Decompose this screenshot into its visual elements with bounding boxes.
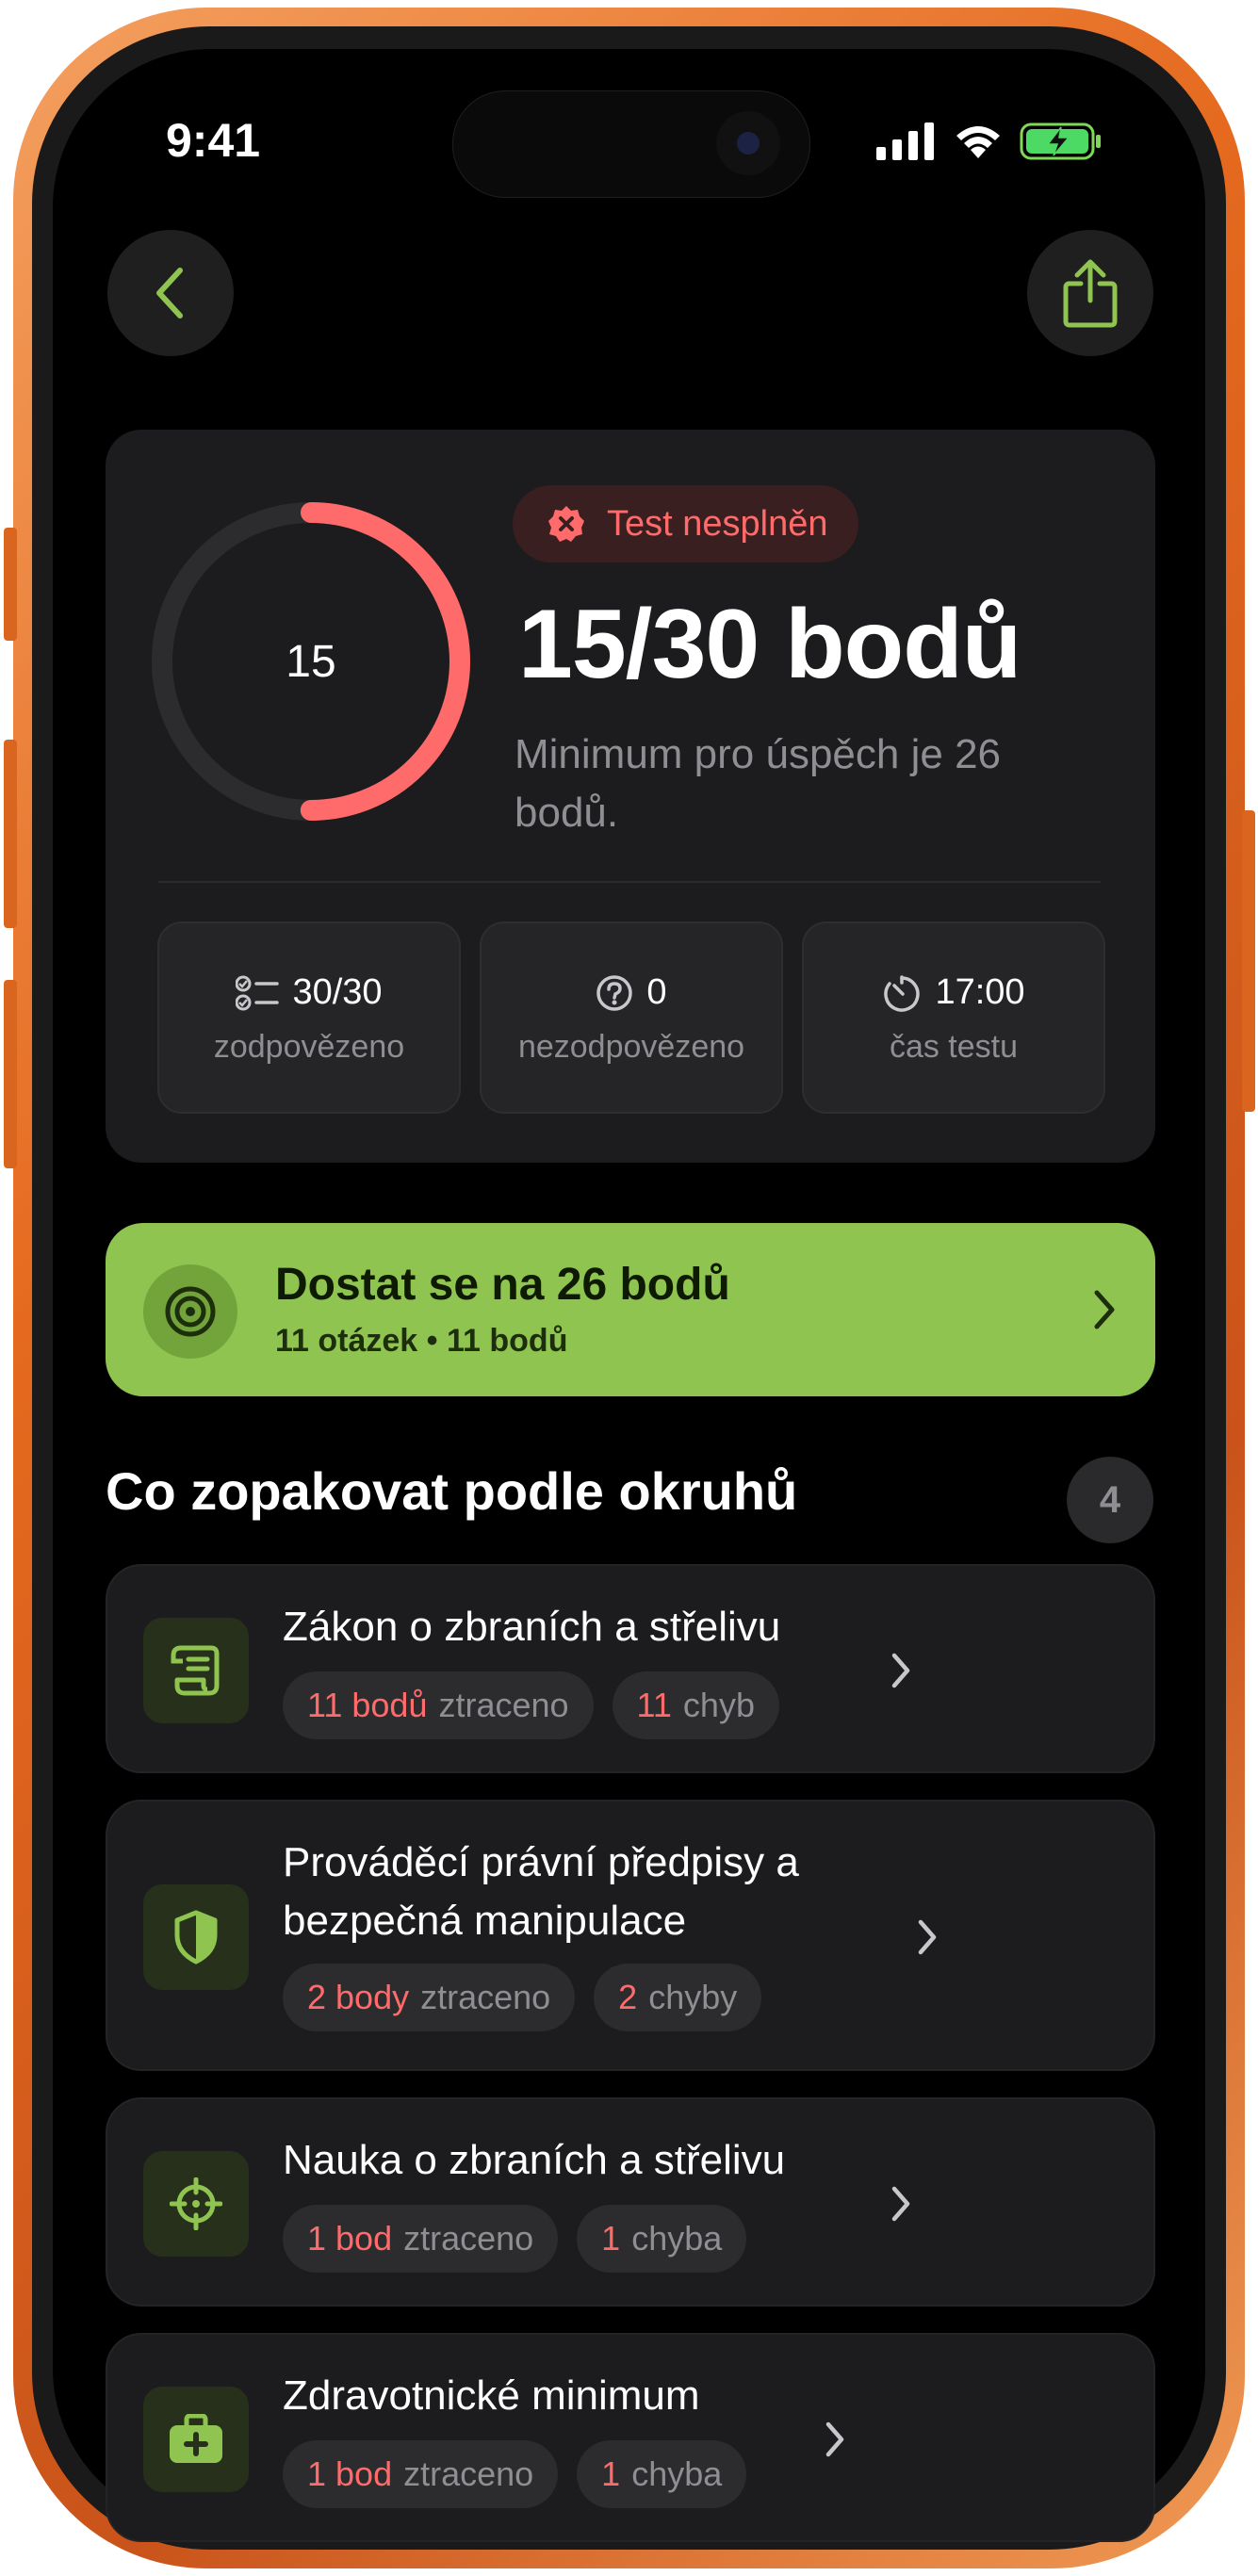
stat-label: nezodpovězeno <box>517 1029 745 1065</box>
stat-time: 17:00 čas testu <box>802 921 1105 1114</box>
front-camera <box>716 111 780 175</box>
topic-card[interactable]: Prováděcí právní předpisy a bezpečná man… <box>106 1800 1155 2071</box>
target-icon <box>143 1264 237 1359</box>
chevron-right-icon <box>891 2186 910 2222</box>
stat-label: čas testu <box>889 1029 1019 1065</box>
points-lost-label: ztraceno <box>420 1978 551 2016</box>
section-count-badge: 4 <box>1067 1457 1153 1543</box>
score-text: 15/30 bodů <box>518 590 1021 699</box>
crosshair-icon <box>143 2151 249 2257</box>
points-lost-pill: 1 bod ztraceno <box>283 2440 559 2508</box>
status-badge-label: Test nesplněn <box>607 503 828 544</box>
topic-title: Prováděcí právní předpisy a bezpečná man… <box>283 1839 799 1944</box>
points-lost-pill: 11 bodů ztraceno <box>283 1671 594 1739</box>
power-button <box>1242 810 1255 1112</box>
volume-down-button <box>4 980 17 1168</box>
divider <box>158 881 1101 883</box>
topic-title: Zdravotnické minimum <box>283 2372 700 2419</box>
first-aid-kit-icon <box>143 2387 249 2492</box>
status-icons <box>876 121 1103 162</box>
errors-label: chyba <box>631 2454 723 2493</box>
errors-pill: 1 chyba <box>577 2205 747 2273</box>
errors-label: chyb <box>682 1686 755 1724</box>
score-ring: 15 <box>141 492 481 831</box>
error-badge-icon <box>548 506 584 542</box>
back-button[interactable] <box>107 230 234 356</box>
action-button <box>4 528 17 641</box>
share-icon <box>1063 259 1118 328</box>
errors-label: chyba <box>631 2219 723 2258</box>
section-title: Co zopakovat podle okruhů <box>106 1461 798 1521</box>
status-badge: Test nesplněn <box>513 485 858 562</box>
topic-title: Zákon o zbraních a střelivu <box>283 1604 781 1650</box>
status-time: 9:41 <box>166 114 261 167</box>
topic-card[interactable]: Zákon o zbraních a střelivu 11 bodů ztrac… <box>106 1564 1155 1773</box>
goal-title: Dostat se na 26 bodů <box>275 1260 730 1310</box>
stat-label: zodpovězeno <box>213 1029 405 1065</box>
checklist-icon <box>236 975 280 1010</box>
timer-icon <box>884 974 921 1012</box>
points-lost-pill: 2 body ztraceno <box>283 1964 576 2031</box>
errors-label: chyby <box>648 1978 738 2016</box>
points-lost-label: ztraceno <box>438 1686 569 1724</box>
points-lost-label: ztraceno <box>403 2454 534 2493</box>
stat-value: 0 <box>646 972 667 1012</box>
errors-value: 1 <box>601 2454 621 2493</box>
topic-title: Nauka o zbraních a střelivu <box>283 2137 786 2183</box>
stat-value: 17:00 <box>935 972 1025 1012</box>
chevron-right-icon <box>891 1653 910 1688</box>
goal-subtitle: 11 otázek • 11 bodů <box>275 1323 568 1359</box>
errors-value: 1 <box>601 2219 621 2258</box>
errors-pill: 1 chyba <box>577 2440 747 2508</box>
stat-answered: 30/30 zodpovězeno <box>157 921 461 1114</box>
chevron-right-icon <box>918 1919 937 1955</box>
points-lost-value: 1 bod <box>307 2219 393 2258</box>
chevron-right-icon <box>825 2421 844 2457</box>
scroll-icon <box>143 1618 249 1723</box>
stat-value: 30/30 <box>292 972 383 1012</box>
chevron-left-icon <box>156 268 183 318</box>
errors-value: 11 <box>636 1686 672 1724</box>
shield-icon <box>143 1884 249 1990</box>
errors-pill: 11 chyb <box>612 1671 779 1739</box>
wifi-icon <box>956 126 1000 158</box>
battery-charging-icon <box>1020 122 1101 160</box>
ring-value: 15 <box>286 636 336 687</box>
chevron-right-icon <box>1094 1290 1115 1329</box>
question-circle-icon <box>596 974 633 1011</box>
minimum-text: Minimum pro úspěch je 26 bodů. <box>515 731 1002 836</box>
errors-value: 2 <box>618 1978 638 2016</box>
errors-pill: 2 chyby <box>594 1964 762 2031</box>
points-lost-value: 1 bod <box>307 2454 393 2493</box>
stat-unanswered: 0 nezodpovězeno <box>480 921 783 1114</box>
topic-card[interactable]: Nauka o zbraních a střelivu 1 bod ztracen… <box>106 2097 1155 2307</box>
points-lost-label: ztraceno <box>403 2219 534 2258</box>
points-lost-value: 2 body <box>307 1978 410 2016</box>
signal-icon <box>876 122 934 160</box>
topic-card[interactable]: Zdravotnické minimum 1 bod ztraceno 1 chyb… <box>106 2333 1155 2542</box>
points-lost-pill: 1 bod ztraceno <box>283 2205 559 2273</box>
volume-up-button <box>4 740 17 928</box>
goal-button[interactable]: Dostat se na 26 bodů 11 otázek • 11 bodů <box>106 1223 1155 1396</box>
points-lost-value: 11 bodů <box>307 1686 428 1724</box>
share-button[interactable] <box>1027 230 1153 356</box>
